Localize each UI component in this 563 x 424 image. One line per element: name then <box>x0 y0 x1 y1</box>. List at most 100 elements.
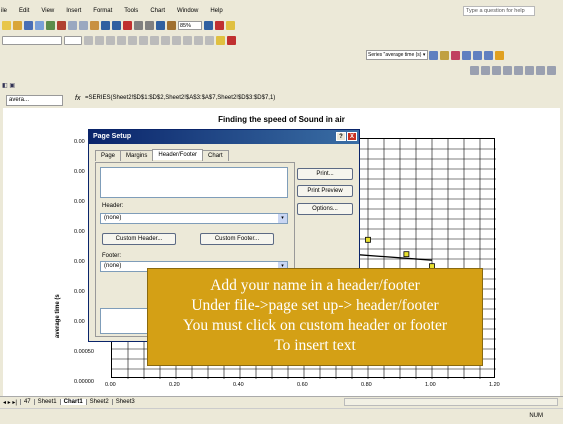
copy-icon[interactable] <box>79 20 88 30</box>
wordart-icon[interactable] <box>536 66 545 75</box>
dialog-title-bar[interactable]: Page Setup ? X <box>89 130 359 144</box>
chart-wizard-icon[interactable] <box>156 20 165 30</box>
sort-icon[interactable] <box>145 20 154 30</box>
bold-icon[interactable] <box>84 35 93 45</box>
menu-file[interactable]: ile <box>0 8 13 14</box>
font-name-select[interactable] <box>2 35 62 45</box>
custom-header-button[interactable]: Custom Header... <box>102 233 176 245</box>
y-axis-label[interactable]: average time (s <box>55 294 61 338</box>
tab-scroll-icon[interactable]: ◂ ▸ ▸| <box>0 399 20 406</box>
print-icon[interactable] <box>46 20 55 30</box>
zoom-select[interactable]: 85% <box>178 20 202 30</box>
sheet-tab-chart1[interactable]: Chart1 <box>59 399 86 405</box>
split-panes-icon[interactable]: ◧ ▣ <box>2 82 15 89</box>
align-left-icon[interactable] <box>117 35 126 45</box>
menu-edit[interactable]: Edit <box>13 8 35 14</box>
menu-format[interactable]: Format <box>87 8 118 14</box>
header-dropdown[interactable]: (none) ▾ <box>100 213 288 224</box>
sheet-tab-sheet2[interactable]: Sheet2 <box>85 399 112 405</box>
formula-bar[interactable]: =SERIES(Sheet2!$D$1:$D$2,Sheet2!$A$3:$A$… <box>85 95 275 101</box>
percent-icon[interactable] <box>172 35 181 45</box>
x-tick-label: 0.20 <box>169 382 180 388</box>
name-box[interactable]: avera... <box>6 95 63 106</box>
textbox-icon[interactable] <box>525 66 534 75</box>
dialog-close-button[interactable]: X <box>347 132 357 141</box>
sheet-tab-47[interactable]: 47 <box>19 399 34 405</box>
rectangle-icon[interactable] <box>503 66 512 75</box>
fill-color-icon[interactable] <box>226 20 235 30</box>
font-size-select[interactable] <box>64 35 82 45</box>
align-center-icon[interactable] <box>128 35 137 45</box>
data-table-icon[interactable] <box>462 50 471 60</box>
help-search-input[interactable]: Type a question for help <box>463 6 535 16</box>
menu-view[interactable]: View <box>35 8 60 14</box>
data-point[interactable] <box>403 251 410 258</box>
autosum-icon[interactable] <box>134 20 143 30</box>
menu-chart[interactable]: Chart <box>144 8 171 14</box>
arrow-icon[interactable] <box>492 66 501 75</box>
custom-footer-button[interactable]: Custom Footer... <box>200 233 274 245</box>
excel-window: ile Edit View Insert Format Tools Chart … <box>0 0 563 424</box>
legend-icon[interactable] <box>451 50 460 60</box>
tab-header-footer[interactable]: Header/Footer <box>152 149 204 160</box>
fx-icon[interactable]: fx <box>75 95 80 102</box>
align-right-icon[interactable] <box>139 35 148 45</box>
oval-icon[interactable] <box>514 66 523 75</box>
options-button[interactable]: Options... <box>297 203 353 215</box>
chart-type-icon[interactable] <box>440 50 449 60</box>
by-row-icon[interactable] <box>473 50 482 60</box>
open-icon[interactable] <box>13 20 22 30</box>
undo-icon[interactable] <box>101 20 110 30</box>
print-preview-button[interactable]: Print Preview <box>297 185 353 197</box>
increase-indent-icon[interactable] <box>194 35 203 45</box>
permission-icon[interactable] <box>35 20 44 30</box>
data-point[interactable] <box>365 236 371 243</box>
highlight-icon[interactable] <box>216 35 225 45</box>
y-tick-label: 0.00 <box>74 169 85 175</box>
spelling-icon[interactable] <box>57 20 66 30</box>
chevron-down-icon[interactable]: ▾ <box>278 214 287 223</box>
help-icon[interactable] <box>204 20 213 30</box>
italic-icon[interactable] <box>95 35 104 45</box>
tab-page[interactable]: Page <box>95 150 122 161</box>
font-color-icon[interactable] <box>215 20 224 30</box>
menu-tools[interactable]: Tools <box>118 8 144 14</box>
borders-icon[interactable] <box>205 35 214 45</box>
footer-value: (none) <box>104 263 122 269</box>
angle-text-icon[interactable] <box>495 50 504 60</box>
new-icon[interactable] <box>2 20 11 30</box>
line-icon[interactable] <box>481 66 490 75</box>
tab-margins[interactable]: Margins <box>120 150 154 161</box>
select-objects-icon[interactable] <box>470 66 479 75</box>
merge-icon[interactable] <box>150 35 159 45</box>
save-icon[interactable] <box>24 20 33 30</box>
tab-chart[interactable]: Chart <box>202 150 229 161</box>
menu-help[interactable]: Help <box>204 8 228 14</box>
decrease-indent-icon[interactable] <box>183 35 192 45</box>
underline-icon[interactable] <box>106 35 115 45</box>
currency-icon[interactable] <box>161 35 170 45</box>
menu-insert[interactable]: Insert <box>60 8 87 14</box>
horizontal-scrollbar[interactable] <box>344 398 558 406</box>
menu-window[interactable]: Window <box>171 8 204 14</box>
format-series-icon[interactable] <box>429 50 438 60</box>
drawing-icon[interactable] <box>167 20 176 30</box>
sheet-tab-sheet3[interactable]: Sheet3 <box>111 399 138 405</box>
status-bar: NUM <box>0 408 563 424</box>
formatting-toolbar <box>0 33 563 47</box>
dialog-help-button[interactable]: ? <box>336 132 346 141</box>
dialog-title: Page Setup <box>93 133 132 140</box>
x-tick-label: 1.20 <box>489 382 500 388</box>
hyperlink-icon[interactable] <box>123 20 132 30</box>
paste-icon[interactable] <box>90 20 99 30</box>
redo-icon[interactable] <box>112 20 121 30</box>
print-button[interactable]: Print... <box>297 168 353 180</box>
clipart-icon[interactable] <box>547 66 556 75</box>
by-column-icon[interactable] <box>484 50 493 60</box>
header-value: (none) <box>104 215 122 221</box>
font-color-2-icon[interactable] <box>227 35 236 45</box>
chart-title[interactable]: Finding the speed of Sound in air <box>3 115 560 124</box>
chart-objects-select[interactable]: Series "average time (s) ▾ <box>366 50 428 60</box>
sheet-tab-sheet1[interactable]: Sheet1 <box>33 399 60 405</box>
cut-icon[interactable] <box>68 20 77 30</box>
